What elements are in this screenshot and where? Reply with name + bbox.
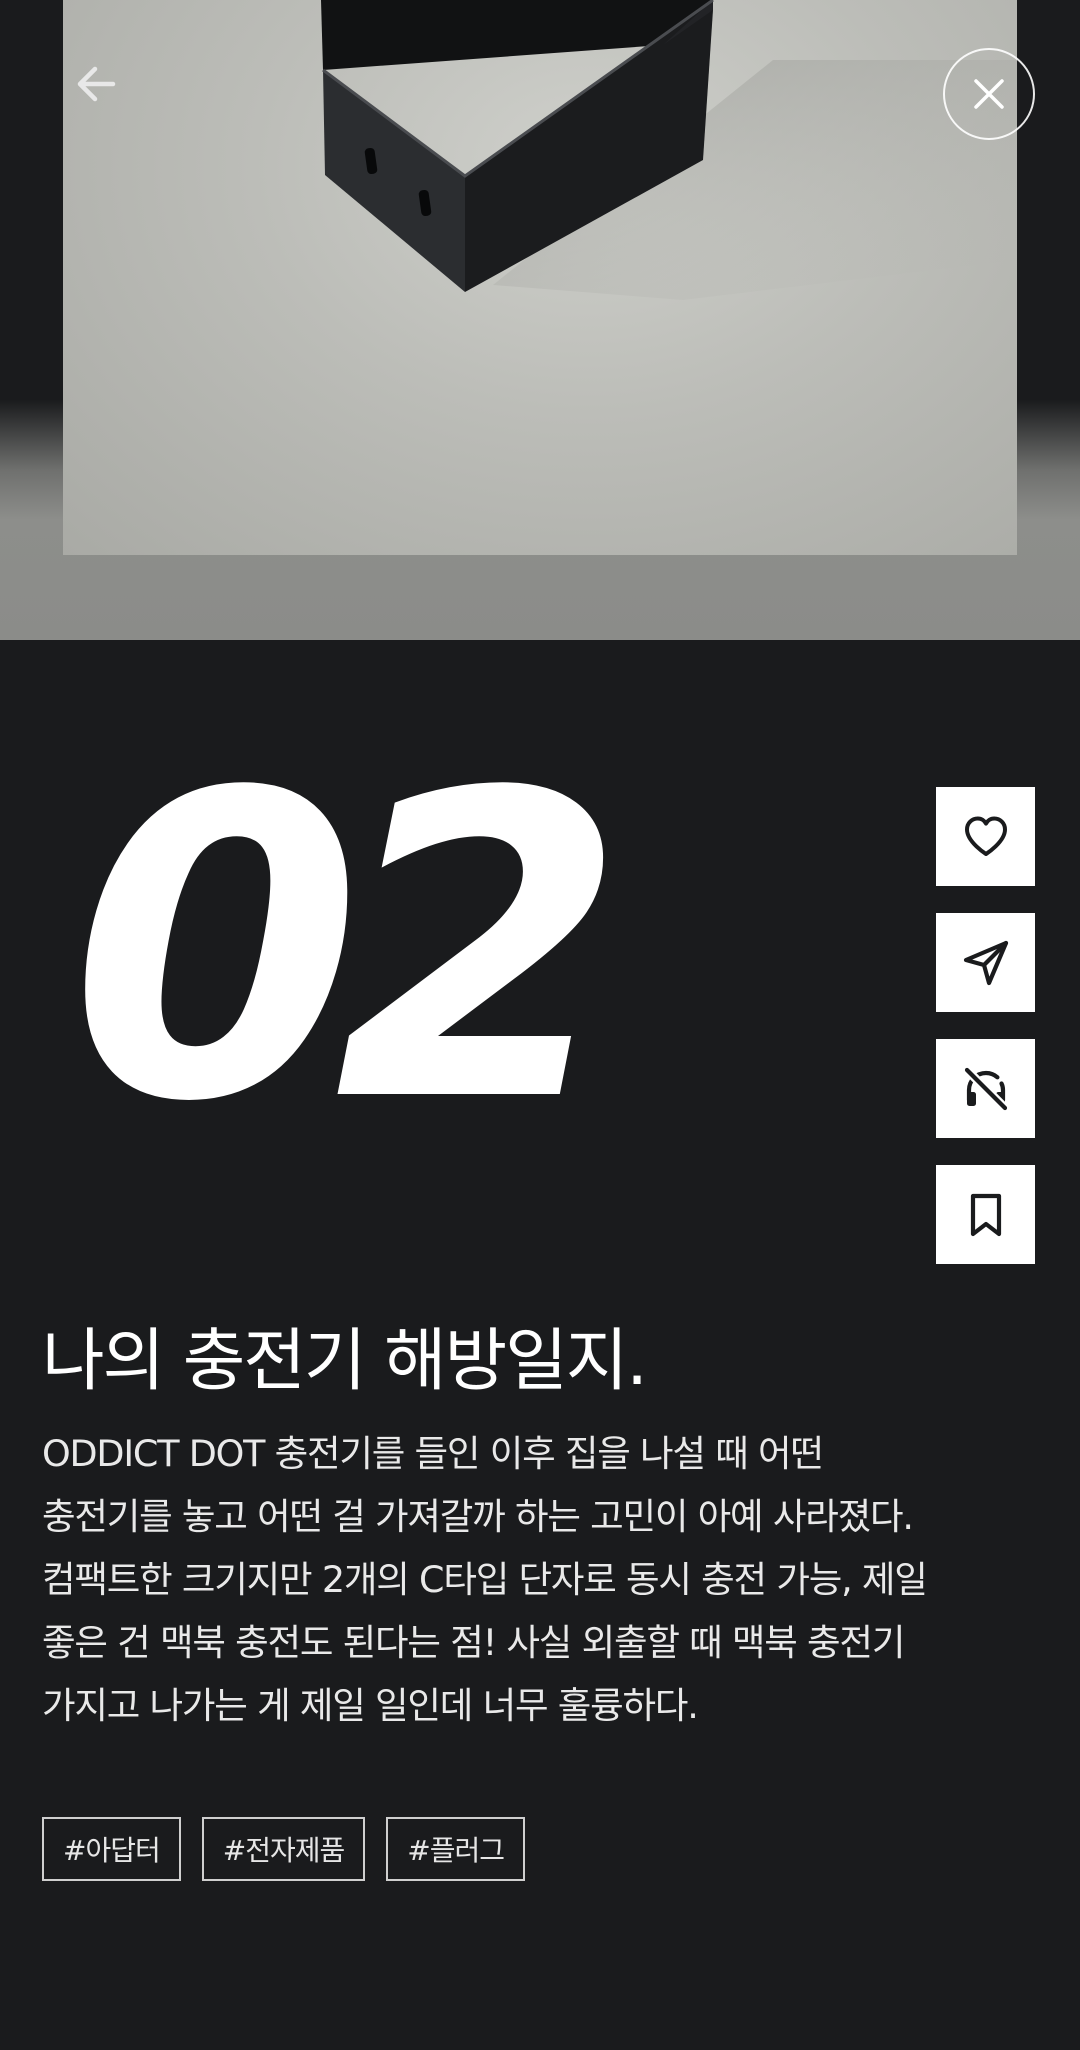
- tag-list: #아답터 #전자제품 #플러그: [42, 1817, 526, 1881]
- bookmark-button[interactable]: [936, 1165, 1035, 1264]
- product-photo: [63, 0, 1017, 555]
- heart-icon: [964, 816, 1007, 856]
- post-body-line: 가지고 나가는 게 제일 일인데 너무 훌륭하다.: [42, 1684, 699, 1727]
- post-body: ODDICT DOT 충전기를 들인 이후 집을 나설 때 어떤 충전기를 놓고…: [42, 1422, 1042, 1737]
- audio-button[interactable]: [936, 1039, 1035, 1138]
- share-button[interactable]: [936, 913, 1035, 1012]
- post-body-line: ODDICT DOT 충전기를 들인 이후 집을 나설 때 어떤: [42, 1432, 824, 1475]
- close-icon: [974, 79, 1004, 109]
- post-body-line: 좋은 건 맥북 충전도 된다는 점! 사실 외출할 때 맥북 충전기: [42, 1621, 905, 1664]
- tag-chip[interactable]: #플러그: [386, 1817, 526, 1881]
- action-bar: [936, 787, 1035, 1264]
- tag-chip[interactable]: #전자제품: [201, 1817, 366, 1881]
- hero-image-area: [0, 0, 1080, 640]
- post-body-line: 충전기를 놓고 어떤 걸 가져갈까 하는 고민이 아예 사라졌다.: [42, 1495, 914, 1538]
- back-button[interactable]: [60, 48, 132, 120]
- post-title: 나의 충전기 해방일지.: [42, 1322, 648, 1401]
- tag-chip[interactable]: #아답터: [42, 1817, 181, 1881]
- close-button[interactable]: [943, 48, 1035, 140]
- post-number: 02: [70, 705, 627, 1194]
- post-body-line: 컴팩트한 크기지만 2개의 C타입 단자로 동시 충전 가능, 제일: [42, 1558, 928, 1601]
- headphones-off-icon: [962, 1065, 1009, 1112]
- arrow-left-icon: [77, 66, 116, 102]
- send-icon: [963, 940, 1008, 985]
- post-detail-page: 02 나의 충전기 해방일지. ODDICT DOT 충전기를 들인 이후 집을…: [0, 0, 1080, 2050]
- like-button[interactable]: [936, 787, 1035, 886]
- bookmark-icon: [970, 1193, 1001, 1236]
